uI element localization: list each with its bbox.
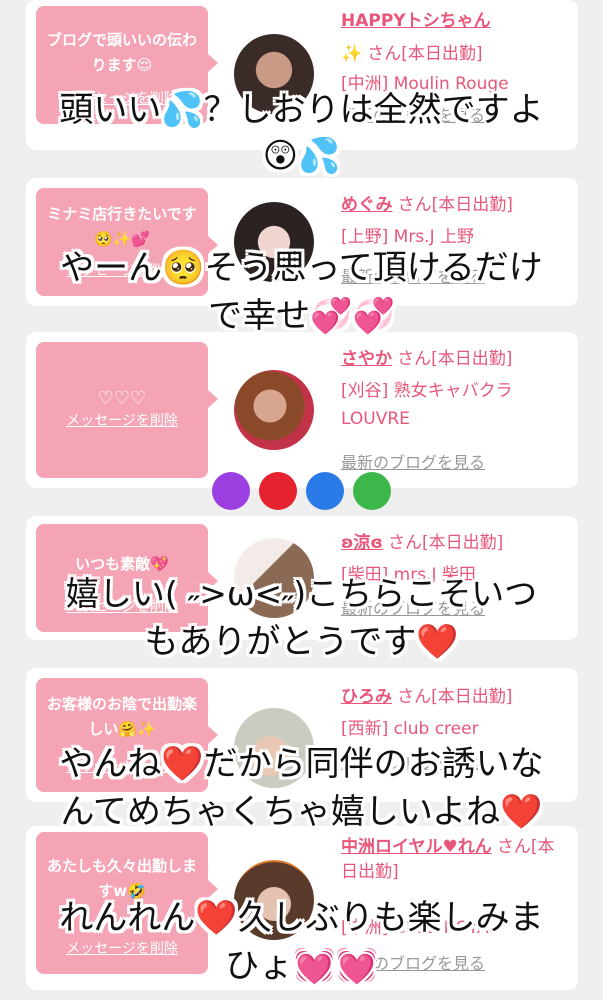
cast-name-link[interactable]: HAPPYトシちゃん	[341, 11, 491, 31]
message-text: お客様のお陰で出勤楽しい🤗✨	[46, 695, 197, 738]
red-heart-icon	[258, 472, 297, 510]
cast-name-link[interactable]: ʚ涼ɞ	[341, 533, 383, 553]
status-text: さん[本日出勤]	[387, 533, 504, 553]
cast-name-link[interactable]: めぐみ	[341, 195, 393, 215]
cast-name-link[interactable]: さやか	[341, 349, 392, 369]
delete-message-link[interactable]: メッセージを削除	[36, 410, 208, 430]
cast-name-link[interactable]: ひろみ	[341, 687, 392, 707]
caption-line: んてめちゃくちゃ嬉しいよね❤️	[60, 792, 543, 832]
avatar[interactable]	[234, 370, 314, 450]
caption-line: 頭いい💦？しおりは全然ですよ	[59, 90, 544, 130]
message-text: ♡♡♡	[97, 388, 147, 409]
blue-heart-icon	[306, 472, 345, 510]
status-text: さん[本日出勤]	[397, 687, 513, 707]
caption-line: やんね❤️だから同伴のお誘いな	[59, 744, 544, 784]
shop-name[interactable]: [西新] club creer	[341, 715, 571, 743]
caption-line: れんれん❤️久しぶりも楽しみま	[59, 898, 544, 938]
caption-line: で幸せ💞💞	[208, 296, 395, 336]
message-text: ミナミ店行きたいです🥺✨💕	[47, 205, 197, 248]
status-text: さん[本日出勤]	[397, 349, 513, 369]
status-text: さん[本日出勤]	[397, 195, 513, 215]
caption-line: 嬉しい( ˶>ω<˶)こちらこそいつ	[65, 574, 538, 613]
caption-line: もありがとうです❤️	[144, 622, 459, 662]
message-bubble: ♡♡♡ メッセージを削除	[36, 342, 218, 478]
shop-name[interactable]: [刈谷] 熟女キャバクラ LOUVRE	[341, 377, 561, 433]
hearts-row	[0, 472, 603, 510]
latest-blog-link[interactable]: 最新のブログを見る	[341, 449, 571, 473]
green-heart-icon	[353, 472, 392, 510]
caption-line: 😲💦	[262, 136, 341, 176]
sparkle-icon: ✨	[341, 44, 363, 64]
message-text: ブログで頭いいの伝わります😌	[46, 31, 197, 74]
caption-line: やーん🥺そう思って頂けるだけ	[60, 248, 543, 288]
caption-line: ひょ💓💓	[225, 946, 378, 986]
cast-name-link[interactable]: 中洲ロイヤル♥れん	[341, 837, 492, 857]
status-text: さん[本日出勤]	[367, 44, 483, 64]
purple-heart-icon	[211, 472, 250, 510]
message-card: ♡♡♡ メッセージを削除 さやか さん[本日出勤] [刈谷] 熟女キャバクラ L…	[26, 332, 578, 488]
